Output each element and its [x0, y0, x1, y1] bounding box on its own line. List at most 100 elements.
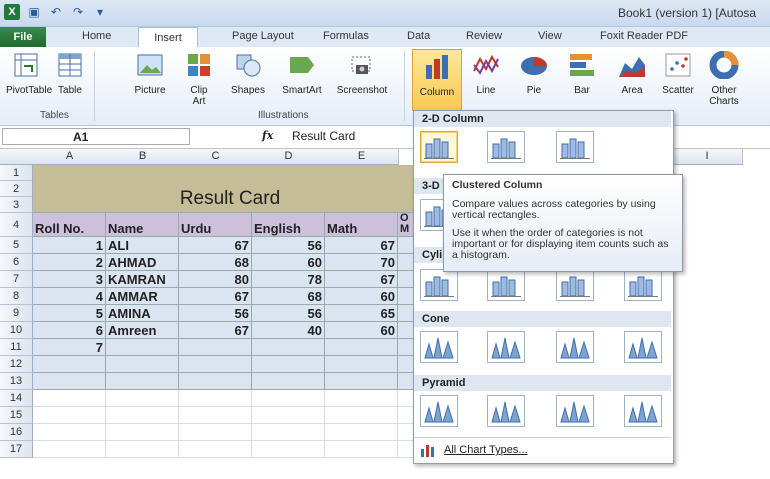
column-heading[interactable]: Roll No.: [33, 213, 106, 237]
column-chart-button[interactable]: Column: [412, 49, 462, 111]
empty-cell[interactable]: [179, 390, 252, 407]
table-cell[interactable]: 4: [33, 288, 106, 305]
column-heading[interactable]: English: [252, 213, 325, 237]
table-cell[interactable]: 56: [252, 305, 325, 322]
table-button[interactable]: Table: [52, 51, 88, 96]
table-cell[interactable]: AMINA: [106, 305, 179, 322]
row-header-9[interactable]: 9: [0, 305, 33, 322]
row-header-3[interactable]: 3: [0, 197, 33, 213]
table-cell[interactable]: AHMAD: [106, 254, 179, 271]
tab-home[interactable]: Home: [82, 30, 111, 42]
table-cell[interactable]: 78: [252, 271, 325, 288]
smartart-button[interactable]: SmartArt: [276, 51, 328, 96]
column-header-i[interactable]: I: [672, 149, 743, 165]
tab-formulas[interactable]: Formulas: [323, 30, 369, 42]
table-cell[interactable]: 2: [33, 254, 106, 271]
pie-chart-button[interactable]: Pie: [514, 51, 554, 96]
select-all-corner[interactable]: [0, 149, 34, 165]
tab-data[interactable]: Data: [407, 30, 430, 42]
column-heading[interactable]: Name: [106, 213, 179, 237]
row-header-12[interactable]: 12: [0, 356, 33, 373]
row-header-5[interactable]: 5: [0, 237, 33, 254]
empty-cell[interactable]: [252, 390, 325, 407]
empty-cell[interactable]: [325, 424, 398, 441]
picture-button[interactable]: Picture: [130, 51, 170, 96]
empty-cell[interactable]: [33, 441, 106, 458]
line-chart-button[interactable]: Line: [468, 51, 504, 96]
table-cell[interactable]: [179, 339, 252, 356]
save-icon[interactable]: ▣: [26, 4, 42, 20]
name-box[interactable]: A1: [2, 128, 190, 145]
table-cell[interactable]: AMMAR: [106, 288, 179, 305]
cylinder-option-4[interactable]: [624, 269, 662, 301]
table-cell[interactable]: 68: [179, 254, 252, 271]
column-header-b[interactable]: B: [106, 149, 180, 165]
table-cell[interactable]: 40: [252, 322, 325, 339]
table-cell[interactable]: [325, 356, 398, 373]
row-header-4[interactable]: 4: [0, 213, 33, 237]
cylinder-option-1[interactable]: [420, 269, 458, 301]
insert-function-icon[interactable]: fx: [262, 129, 273, 142]
table-cell[interactable]: 7: [33, 339, 106, 356]
table-cell[interactable]: 70: [325, 254, 398, 271]
empty-cell[interactable]: [106, 407, 179, 424]
screenshot-button[interactable]: Screenshot: [332, 51, 392, 96]
table-cell[interactable]: [179, 373, 252, 390]
table-cell[interactable]: [252, 339, 325, 356]
scatter-chart-button[interactable]: Scatter: [656, 51, 700, 96]
excel-logo-icon[interactable]: X: [4, 4, 20, 20]
empty-cell[interactable]: [325, 390, 398, 407]
empty-cell[interactable]: [179, 424, 252, 441]
tab-insert[interactable]: Insert: [138, 27, 198, 48]
customize-qat-icon[interactable]: ▾: [92, 4, 108, 20]
row-header-17[interactable]: 17: [0, 441, 33, 458]
cylinder-option-2[interactable]: [487, 269, 525, 301]
table-cell[interactable]: 5: [33, 305, 106, 322]
tab-foxit-reader-pdf[interactable]: Foxit Reader PDF: [600, 30, 688, 42]
empty-cell[interactable]: [179, 407, 252, 424]
cylinder-option-3[interactable]: [556, 269, 594, 301]
row-header-13[interactable]: 13: [0, 373, 33, 390]
pyramid-option-2[interactable]: [487, 395, 525, 427]
tab-view[interactable]: View: [538, 30, 562, 42]
table-cell[interactable]: 56: [252, 237, 325, 254]
table-cell[interactable]: Amreen: [106, 322, 179, 339]
tab-page-layout[interactable]: Page Layout: [232, 30, 294, 42]
area-chart-button[interactable]: Area: [612, 51, 652, 96]
table-cell[interactable]: 60: [252, 254, 325, 271]
table-cell[interactable]: [252, 373, 325, 390]
table-cell[interactable]: 68: [252, 288, 325, 305]
undo-icon[interactable]: ↶: [48, 4, 64, 20]
row-header-2[interactable]: 2: [0, 181, 33, 197]
table-cell[interactable]: [179, 356, 252, 373]
table-cell[interactable]: 80: [179, 271, 252, 288]
table-cell[interactable]: 60: [325, 288, 398, 305]
empty-cell[interactable]: [106, 390, 179, 407]
column-header-d[interactable]: D: [252, 149, 326, 165]
column-header-e[interactable]: E: [325, 149, 399, 165]
empty-cell[interactable]: [33, 407, 106, 424]
clustered-column-option[interactable]: [420, 131, 458, 163]
table-cell[interactable]: [325, 339, 398, 356]
empty-cell[interactable]: [179, 441, 252, 458]
pyramid-option-1[interactable]: [420, 395, 458, 427]
column-header-a[interactable]: A: [33, 149, 107, 165]
table-cell[interactable]: [252, 356, 325, 373]
table-cell[interactable]: [325, 373, 398, 390]
all-chart-types-item[interactable]: All Chart Types...: [420, 443, 528, 457]
table-cell[interactable]: 67: [179, 237, 252, 254]
row-header-10[interactable]: 10: [0, 322, 33, 339]
table-cell[interactable]: 56: [179, 305, 252, 322]
table-cell[interactable]: 67: [325, 237, 398, 254]
table-cell[interactable]: [33, 356, 106, 373]
row-header-1[interactable]: 1: [0, 165, 33, 181]
empty-cell[interactable]: [33, 424, 106, 441]
other-charts-button[interactable]: Other Charts: [702, 50, 746, 107]
formula-input[interactable]: Result Card: [292, 129, 355, 143]
row-header-16[interactable]: 16: [0, 424, 33, 441]
table-cell[interactable]: [106, 373, 179, 390]
table-cell[interactable]: [33, 373, 106, 390]
row-header-11[interactable]: 11: [0, 339, 33, 356]
cone-option-1[interactable]: [420, 331, 458, 363]
table-cell[interactable]: ALI: [106, 237, 179, 254]
